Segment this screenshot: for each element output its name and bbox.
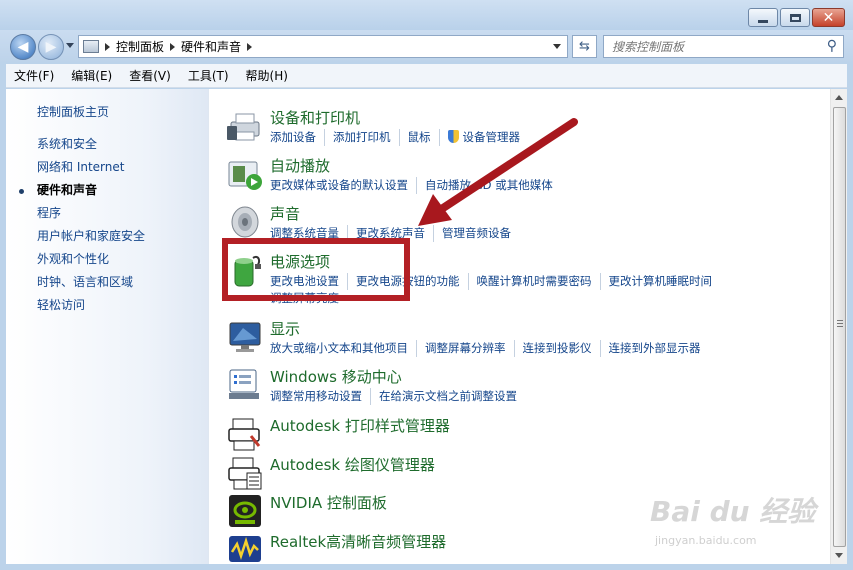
window-bottom-frame (0, 564, 853, 570)
baidu-watermark-url: jingyan.baidu.com (655, 534, 757, 547)
baidu-watermark: Bai du 经验 (650, 495, 816, 528)
annotation-arrow-icon (418, 118, 578, 226)
